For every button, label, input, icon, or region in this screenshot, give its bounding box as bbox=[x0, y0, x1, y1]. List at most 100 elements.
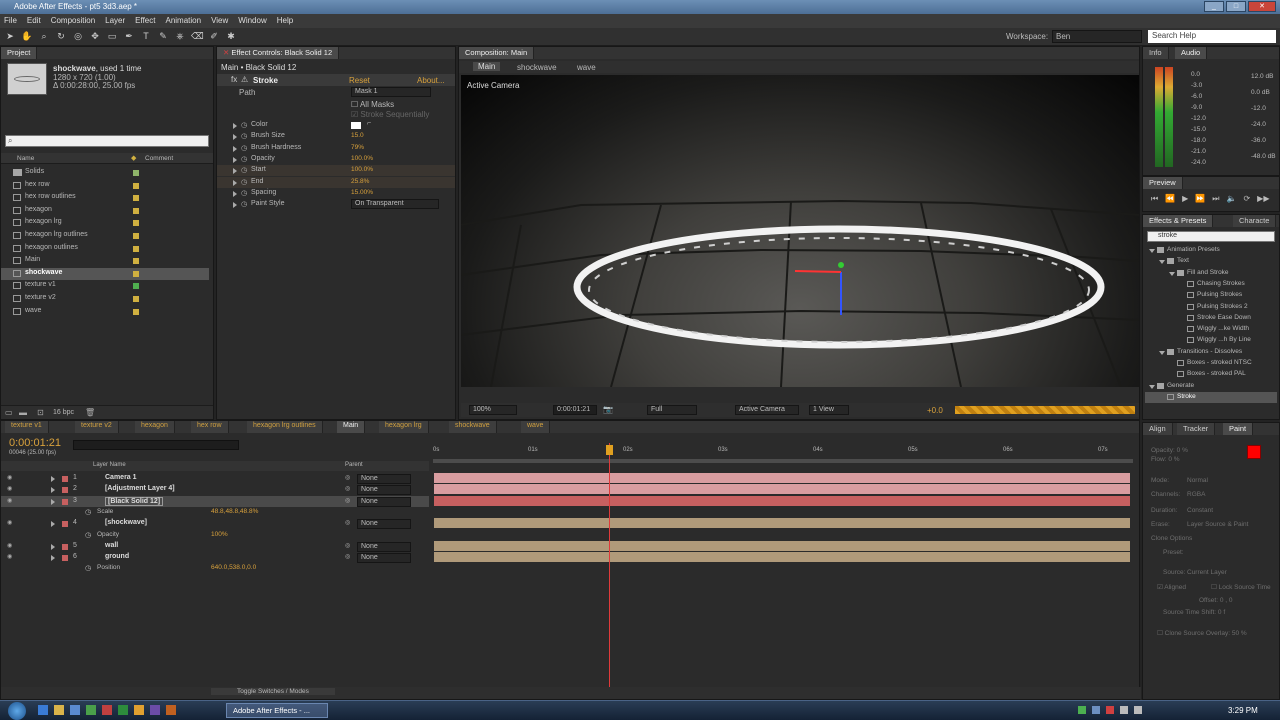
paint-style-dropdown[interactable]: On Transparent bbox=[351, 199, 439, 210]
timeline-tab[interactable]: texture v1 bbox=[5, 421, 49, 433]
preset-item[interactable]: Stroke Ease Down bbox=[1145, 313, 1277, 324]
timeline-tab[interactable]: hex row bbox=[191, 421, 229, 433]
3d-view-dropdown[interactable]: Active Camera bbox=[735, 405, 799, 415]
menu-composition[interactable]: Composition bbox=[51, 16, 95, 26]
interpret-footage-icon[interactable]: ▭ bbox=[5, 408, 13, 417]
lock-source-time-checkbox[interactable]: ☐ Lock Source Time bbox=[1211, 583, 1271, 591]
paint-duration-dropdown[interactable]: Constant bbox=[1187, 507, 1213, 514]
comp-viewport[interactable]: Active Camera bbox=[461, 75, 1139, 387]
current-time-display[interactable]: 0:00:01:21 bbox=[553, 405, 597, 415]
stopwatch-icon[interactable]: ◷ bbox=[241, 121, 247, 129]
paint-flow[interactable]: Flow: 0 % bbox=[1151, 456, 1180, 463]
stopwatch-icon[interactable]: ◷ bbox=[241, 166, 247, 174]
layer-label-swatch[interactable] bbox=[62, 555, 68, 562]
preset-folder[interactable]: Text bbox=[1145, 256, 1277, 267]
expand-arrow-icon[interactable] bbox=[1149, 384, 1155, 389]
layer-label-swatch[interactable] bbox=[62, 476, 68, 482]
layer-property[interactable]: ◷ Position 640.0,538.0,0.0 bbox=[1, 563, 429, 574]
effect-property[interactable]: ◷ Brush Size 15.0 bbox=[217, 131, 455, 142]
effect-property[interactable]: ◷ Opacity 100.0% bbox=[217, 154, 455, 165]
tab-audio[interactable]: Audio bbox=[1175, 47, 1208, 59]
project-item[interactable]: hexagon lrg bbox=[1, 217, 209, 229]
layer-name[interactable]: ground bbox=[105, 553, 129, 560]
rectangle-tool-icon[interactable]: ▭ bbox=[106, 30, 118, 42]
stopwatch-icon[interactable]: ◷ bbox=[85, 531, 91, 539]
roto-brush-tool-icon[interactable]: ✐ bbox=[208, 30, 220, 42]
toggle-switches-modes-button[interactable]: Toggle Switches / Modes bbox=[211, 688, 335, 695]
taskbar-ae-window[interactable]: Adobe After Effects - ... bbox=[226, 703, 328, 718]
layer-duration-bar[interactable] bbox=[434, 484, 1130, 495]
preset-item[interactable]: Boxes - stroked PAL bbox=[1145, 369, 1277, 380]
stopwatch-icon[interactable]: ◷ bbox=[85, 508, 91, 516]
expand-arrow-icon[interactable] bbox=[233, 156, 237, 163]
tab-effect-controls[interactable]: ✕ Effect Controls: Black Solid 12 bbox=[217, 47, 340, 59]
layer-name[interactable]: [Adjustment Layer 4] bbox=[105, 485, 175, 492]
tray-network-icon[interactable] bbox=[1120, 706, 1128, 714]
layer-duration-bar[interactable] bbox=[434, 552, 1130, 563]
project-item[interactable]: Main bbox=[1, 255, 209, 267]
label-color-swatch[interactable] bbox=[133, 296, 139, 302]
layer-name[interactable]: [shockwave] bbox=[105, 519, 147, 526]
layer-property-value[interactable]: 100% bbox=[211, 531, 228, 538]
timeline-current-time[interactable]: 0:00:01:21 bbox=[9, 437, 61, 449]
parent-dropdown[interactable]: None bbox=[357, 541, 411, 552]
reset-link[interactable]: Reset bbox=[349, 76, 370, 85]
expand-arrow-icon[interactable] bbox=[233, 123, 237, 129]
parent-pick-whip-icon[interactable]: ◎ bbox=[345, 474, 350, 481]
menu-layer[interactable]: Layer bbox=[105, 16, 125, 26]
puppet-tool-icon[interactable]: ✱ bbox=[225, 30, 237, 42]
current-time-indicator[interactable] bbox=[609, 443, 610, 691]
stopwatch-icon[interactable]: ◷ bbox=[241, 132, 247, 140]
preset-item[interactable]: Wiggly ...ke Width bbox=[1145, 324, 1277, 335]
stopwatch-icon[interactable]: ◷ bbox=[241, 178, 247, 186]
clone-stamp-tool-icon[interactable]: ⎈ bbox=[174, 30, 186, 42]
preset-item[interactable]: Boxes - stroked NTSC bbox=[1145, 358, 1277, 369]
expand-arrow-icon[interactable] bbox=[51, 555, 55, 562]
expand-arrow-icon[interactable] bbox=[1159, 260, 1165, 265]
visibility-icon[interactable]: ◉ bbox=[7, 474, 12, 481]
exposure-value[interactable]: +0.0 bbox=[927, 406, 943, 415]
layer-label-swatch[interactable] bbox=[62, 487, 68, 494]
menu-animation[interactable]: Animation bbox=[165, 16, 201, 26]
expand-arrow-icon[interactable] bbox=[233, 202, 237, 209]
expand-arrow-icon[interactable] bbox=[233, 179, 237, 186]
layer-property-value[interactable]: 640.0,538.0,0.0 bbox=[211, 564, 256, 571]
parent-pick-whip-icon[interactable]: ◎ bbox=[345, 519, 350, 526]
taskbar-chrome-icon[interactable] bbox=[118, 705, 128, 715]
time-ruler[interactable]: 0s 01s 02s 03s 04s 05s 06s 07s bbox=[433, 445, 1133, 459]
stroke-sequentially-checkbox[interactable]: ☑ Stroke Sequentially bbox=[351, 110, 429, 119]
y-axis-gizmo[interactable] bbox=[838, 262, 844, 268]
expand-arrow-icon[interactable] bbox=[51, 521, 55, 528]
crumb-shockwave[interactable]: shockwave bbox=[517, 63, 557, 72]
timeline-tab[interactable]: Main bbox=[337, 421, 366, 433]
label-color-swatch[interactable] bbox=[133, 245, 139, 252]
project-item[interactable]: texture v1 bbox=[1, 280, 209, 292]
new-folder-icon[interactable]: ▬ bbox=[19, 408, 27, 417]
tab-character[interactable]: Characte bbox=[1233, 215, 1277, 227]
clone-source-dropdown[interactable]: Current Layer bbox=[1187, 569, 1227, 576]
visibility-icon[interactable]: ◉ bbox=[7, 497, 12, 504]
ram-preview-icon[interactable]: ▶▶ bbox=[1257, 194, 1269, 204]
project-item[interactable]: texture v2 bbox=[1, 293, 209, 305]
stopwatch-icon[interactable]: ◷ bbox=[241, 200, 247, 208]
effect-property[interactable]: ◷ Start 100.0% bbox=[217, 165, 455, 177]
menu-help[interactable]: Help bbox=[277, 16, 293, 26]
menu-effect[interactable]: Effect bbox=[135, 16, 155, 26]
effect-property[interactable]: ◷ Brush Hardness 79% bbox=[217, 143, 455, 154]
effect-property-value[interactable]: 100.0% bbox=[351, 155, 373, 162]
layer-name[interactable]: Camera 1 bbox=[105, 474, 137, 481]
preset-folder[interactable]: Animation Presets bbox=[1145, 245, 1277, 256]
menu-edit[interactable]: Edit bbox=[27, 16, 41, 26]
preset-item[interactable]: Stroke bbox=[1145, 391, 1277, 403]
layer-row[interactable]: ◉ 1 Camera 1 ◎ None bbox=[1, 473, 429, 484]
layer-duration-bar[interactable] bbox=[434, 518, 1130, 529]
layer-row[interactable]: ◉ 6 ground ◎ None bbox=[1, 552, 429, 564]
layer-duration-bar[interactable] bbox=[434, 473, 1130, 483]
label-color-swatch[interactable] bbox=[133, 283, 139, 290]
layer-name[interactable]: [Black Solid 12] bbox=[105, 496, 164, 506]
preset-folder[interactable]: Transitions - Dissolves bbox=[1145, 347, 1277, 358]
label-color-swatch[interactable] bbox=[133, 270, 139, 277]
next-frame-icon[interactable]: ⏩ bbox=[1195, 194, 1205, 204]
project-item[interactable]: hexagon outlines bbox=[1, 243, 209, 255]
layer-label-swatch[interactable] bbox=[62, 543, 68, 550]
